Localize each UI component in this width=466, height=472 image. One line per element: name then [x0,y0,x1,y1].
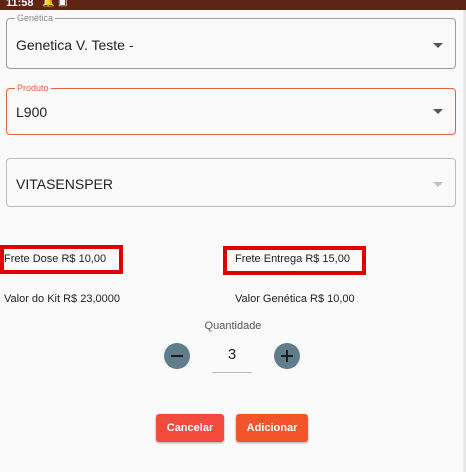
status-bar: 11:58 🔔 ▣ [0,0,466,10]
right-edge-shadow [462,10,466,472]
vitasensper-value: VITASENSPER [16,176,113,192]
produto-dropdown[interactable]: Produto L900 [6,82,456,135]
status-time: 11:58 [6,0,34,9]
genetica-dropdown[interactable]: Genética Genetica V. Teste - [6,12,456,69]
genetica-value: Genetica V. Teste - [16,37,134,53]
frete-dose-text: Frete Dose R$ 10,00 [4,253,107,265]
frete-entrega-text: Frete Entrega R$ 15,00 [235,253,350,265]
produto-label: Produto [15,82,51,94]
add-button[interactable]: Adicionar [236,414,308,442]
vitasensper-dropdown[interactable]: VITASENSPER [6,158,456,207]
dropdown-arrow-icon[interactable] [433,182,443,187]
produto-value: L900 [16,104,48,120]
a-box-icon: ▣ [58,0,68,8]
valor-genetica-text: Valor Genética R$ 10,00 [235,293,355,305]
dropdown-arrow-icon[interactable] [433,109,443,114]
quantity-value[interactable]: 3 [212,346,252,363]
decrement-button[interactable] [164,343,190,369]
valor-kit-text: Valor do Kit R$ 23,0000 [4,293,120,305]
genetica-label: Genética [15,12,56,24]
increment-button[interactable] [274,343,300,369]
cancel-button[interactable]: Cancelar [156,414,224,442]
quantity-underline [212,372,252,373]
dropdown-arrow-icon[interactable] [433,43,443,48]
quantidade-label: Quantidade [204,320,262,332]
bell-icon: 🔔 [42,0,55,8]
